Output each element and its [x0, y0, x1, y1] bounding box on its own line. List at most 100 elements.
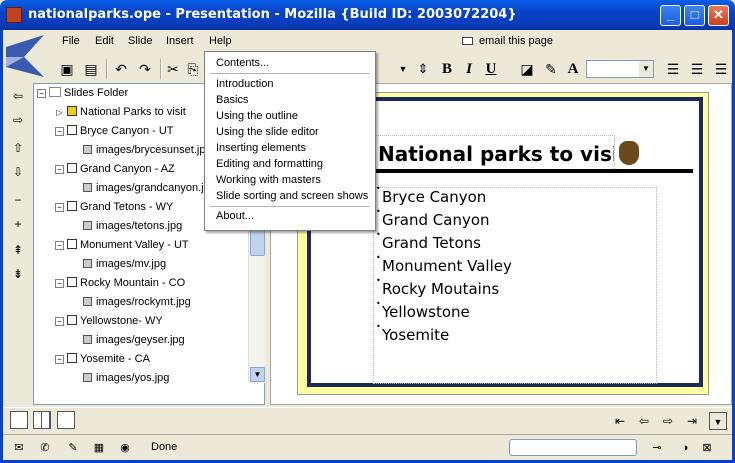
menu-item-basics[interactable]: Basics — [216, 94, 248, 106]
font-size-dropdown-icon[interactable]: ▼ — [392, 58, 414, 80]
email-page-button[interactable]: email this page — [462, 35, 553, 47]
menu-item-introduction[interactable]: Introduction — [216, 78, 273, 90]
collapse-icon[interactable]: − — [55, 203, 64, 212]
tree-item-slide[interactable]: − Bryce Canyon - UT — [55, 123, 174, 139]
arrow-right-icon[interactable]: ⇨ — [9, 111, 27, 129]
tree-item-slide[interactable]: − Grand Canyon - AZ — [55, 161, 175, 177]
text-color-icon[interactable]: A — [562, 58, 584, 80]
menu-bar: File Edit Slide Insert Help — [3, 30, 732, 52]
collapse-icon[interactable]: − — [55, 317, 64, 326]
scroll-down-icon[interactable]: ▼ — [250, 367, 265, 382]
collapse-icon[interactable]: − — [55, 355, 64, 364]
menu-insert[interactable]: Insert — [166, 35, 194, 47]
address-book-icon[interactable]: ▦ — [91, 440, 107, 456]
toolbar-separator — [106, 59, 108, 79]
menu-item-editing[interactable]: Editing and formatting — [216, 158, 323, 170]
arrow-down-icon[interactable]: ⇩ — [9, 163, 27, 181]
next-slide-icon[interactable]: ⇨ — [659, 412, 677, 430]
slide-icon — [67, 353, 77, 363]
tree-item-image[interactable]: images/rockymt.jpg — [83, 294, 191, 310]
collapse-icon[interactable]: − — [55, 241, 64, 250]
slide-sorter-icon[interactable] — [33, 411, 51, 429]
font-family-select[interactable]: ▼ — [586, 60, 654, 78]
collapse-icon[interactable]: − — [55, 165, 64, 174]
print-icon[interactable]: ▤ — [80, 58, 102, 80]
line-color-icon[interactable]: ✎ — [540, 58, 562, 80]
menu-item-inserting[interactable]: Inserting elements — [216, 142, 306, 154]
menu-item-about[interactable]: About... — [216, 210, 254, 222]
bullet-item: Grand Tetons — [376, 230, 481, 252]
tree-item-slide[interactable]: − Yellowstone- WY — [55, 313, 163, 329]
collapse-icon[interactable]: − — [9, 191, 27, 209]
menu-help[interactable]: Help — [209, 35, 232, 47]
collapse-icon[interactable]: − — [37, 89, 46, 98]
fill-color-icon[interactable]: ◪ — [516, 58, 538, 80]
tree-item-image[interactable]: images/geyser.jpg — [83, 332, 185, 348]
italic-button[interactable]: I — [458, 58, 480, 80]
tree-item-image[interactable]: images/yos.jpg — [83, 370, 169, 386]
tree-item-image[interactable]: images/grandcanyon.jpg — [83, 180, 216, 196]
tree-item-image[interactable]: images/tetons.jpg — [83, 218, 182, 234]
close-button[interactable]: ✕ — [708, 5, 729, 26]
tree-item-slide[interactable]: − Yosemite - CA — [55, 351, 150, 367]
slide-title[interactable]: National parks to visit — [373, 135, 615, 171]
chat-icon[interactable]: ◉ — [117, 440, 133, 456]
collapse-icon[interactable]: − — [55, 127, 64, 136]
scrollbar-thumb[interactable] — [250, 230, 265, 256]
status-text: Done — [151, 441, 178, 453]
menu-edit[interactable]: Edit — [95, 35, 114, 47]
menu-item-masters[interactable]: Working with masters — [216, 174, 321, 186]
maximize-button[interactable]: □ — [684, 5, 705, 26]
dropdown-icon[interactable]: ▼ — [709, 412, 727, 430]
bold-button[interactable]: B — [436, 58, 458, 80]
menu-slide[interactable]: Slide — [128, 35, 152, 47]
menu-item-contents[interactable]: Contents... — [216, 57, 269, 69]
align-left-icon[interactable]: ☰ — [662, 58, 684, 80]
collapse-icon[interactable]: − — [55, 279, 64, 288]
bullet-item: Rocky Moutains — [376, 276, 499, 298]
composer-icon[interactable]: ✎ — [65, 440, 81, 456]
bullet-item: Yosemite — [376, 322, 449, 344]
undo-icon[interactable]: ↶ — [110, 58, 132, 80]
navigator-icon[interactable]: ✉ — [11, 440, 27, 456]
save-icon[interactable]: ▣ — [56, 58, 78, 80]
tree-item-slide[interactable]: − Monument Valley - UT — [55, 237, 189, 253]
mail-icon[interactable]: ✆ — [37, 440, 53, 456]
previous-slide-icon[interactable]: ⇦ — [635, 412, 653, 430]
tree-item-image[interactable]: images/brycesunset.jpg — [83, 142, 212, 158]
arrow-left-icon[interactable]: ⇦ — [9, 87, 27, 105]
underline-button[interactable]: U — [480, 58, 502, 80]
slide-view-icon[interactable] — [57, 411, 75, 429]
chevron-down-icon[interactable]: ▼ — [639, 61, 653, 77]
expand-arrow-icon[interactable]: ▷ — [55, 109, 64, 118]
slide-bullet-box[interactable]: Bryce Canyon Grand Canyon Grand Tetons M… — [373, 184, 657, 384]
menu-item-slide-editor[interactable]: Using the slide editor — [216, 126, 319, 138]
collapse-all-icon[interactable]: ⇞ — [9, 241, 27, 259]
menu-item-sorting[interactable]: Slide sorting and screen shows — [216, 190, 368, 202]
menu-separator — [210, 206, 370, 207]
tree-item-slide[interactable]: − Rocky Mountain - CO — [55, 275, 185, 291]
slide-icon — [67, 239, 77, 249]
tree-item-slide[interactable]: − Grand Tetons - WY — [55, 199, 173, 215]
outline-view-icon[interactable] — [10, 411, 28, 429]
cut-icon[interactable]: ✂ — [162, 58, 184, 80]
spinner-icon[interactable]: ⇕ — [412, 58, 434, 80]
align-right-icon[interactable]: ☰ — [710, 58, 732, 80]
tree-item-label: Grand Tetons - WY — [80, 201, 174, 213]
menu-item-outline[interactable]: Using the outline — [216, 110, 298, 122]
last-slide-icon[interactable]: ⇥ — [683, 412, 701, 430]
expand-all-icon[interactable]: ⇟ — [9, 265, 27, 283]
tree-item-folder[interactable]: ▷ National Parks to visit — [55, 104, 186, 120]
email-label: email this page — [479, 35, 553, 47]
copy-icon[interactable]: ⎘ — [182, 58, 204, 80]
tree-item-image[interactable]: images/mv.jpg — [83, 256, 166, 272]
tree-root[interactable]: − Slides Folder — [37, 85, 128, 101]
menu-file[interactable]: File — [62, 35, 80, 47]
arrow-up-icon[interactable]: ⇧ — [9, 139, 27, 157]
redo-icon[interactable]: ↷ — [134, 58, 156, 80]
first-slide-icon[interactable]: ⇤ — [611, 412, 629, 430]
align-center-icon[interactable]: ☰ — [686, 58, 708, 80]
minimize-button[interactable]: _ — [660, 5, 681, 26]
view-bar: ⇤ ⇦ ⇨ ⇥ ▼ — [3, 407, 732, 433]
expand-icon[interactable]: + — [9, 215, 27, 233]
